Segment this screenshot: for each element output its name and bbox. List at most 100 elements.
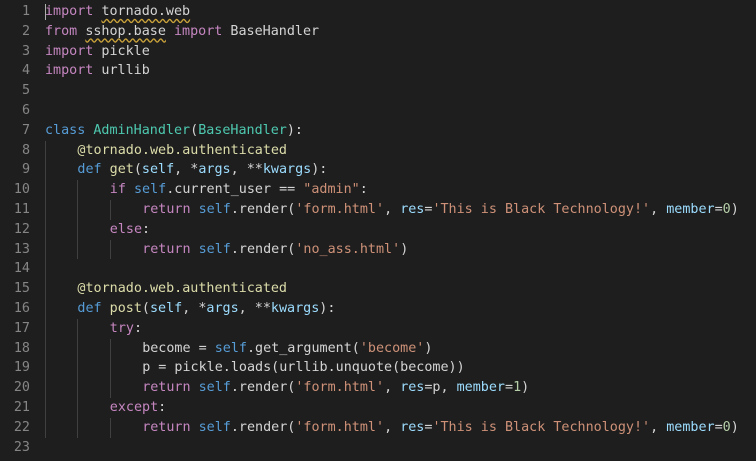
indent-guide <box>45 358 46 379</box>
code-line[interactable]: class AdminHandler(BaseHandler): <box>45 121 756 141</box>
code-token: get <box>109 162 134 178</box>
code-line[interactable]: return self.render('form.html', res=p, m… <box>45 378 756 398</box>
code-line[interactable] <box>45 101 756 121</box>
code-token: sshop.base <box>85 23 166 39</box>
code-line[interactable]: if self.current_user == "admin": <box>45 180 756 200</box>
code-token: : <box>158 399 167 415</box>
code-line[interactable]: from sshop.base import BaseHandler <box>45 22 756 42</box>
code-token: ): <box>319 300 336 316</box>
line-number: 4 <box>21 63 30 79</box>
code-line[interactable]: def post(self, *args, **kwargs): <box>45 298 756 319</box>
line-number: 9 <box>21 162 30 178</box>
code-token: self <box>133 182 167 198</box>
code-token: self <box>198 419 231 435</box>
line-number: 3 <box>21 43 30 59</box>
code-token: return <box>142 419 191 435</box>
code-token: ): <box>286 122 303 138</box>
code-token: , * <box>182 300 207 316</box>
code-line[interactable]: except: <box>45 397 756 418</box>
indent-guide <box>77 318 79 339</box>
code-token: tornado.web <box>101 4 191 19</box>
line-number: 6 <box>21 102 30 118</box>
code-line[interactable]: p = pickle.loads(urllib.unquote(become)) <box>45 358 756 379</box>
code-token: return <box>142 201 191 217</box>
code-line[interactable]: try: <box>45 318 756 339</box>
code-line[interactable]: return self.render('no_ass.html') <box>45 239 756 260</box>
code-token: .render( <box>230 419 296 435</box>
code-token: urllib <box>93 63 150 79</box>
code-line[interactable]: @tornado.web.authenticated <box>45 140 756 161</box>
code-editor[interactable]: 1 2 3 4 5 6 7 8 9 10 11 12 13 14 15 16 17 18 19 20 21 22 23 im… <box>0 0 756 461</box>
code-token: 'no_ass.html' <box>295 241 401 257</box>
code-line[interactable]: import pickle <box>45 42 756 62</box>
code-token: BaseHandler <box>198 122 287 138</box>
code-area[interactable]: import tornado.web from sshop.base import… <box>45 2 756 457</box>
code-token: def <box>77 162 102 178</box>
code-token: ) <box>400 241 409 257</box>
code-line[interactable] <box>45 259 756 280</box>
code-token: ) <box>730 201 739 217</box>
code-token: self <box>149 300 183 316</box>
code-line[interactable]: become = self.get_argument('become') <box>45 338 756 359</box>
code-token: res <box>400 380 425 396</box>
line-number: 7 <box>21 122 30 138</box>
indent-guide <box>77 219 79 240</box>
code-token: kwargs <box>270 300 320 316</box>
code-token: ) <box>730 419 739 435</box>
code-line[interactable]: def get(self, *args, **kwargs): <box>45 160 756 181</box>
indent-guide <box>109 199 111 220</box>
code-line[interactable]: return self.render('form.html', res = 'Thi… <box>45 199 756 220</box>
indent-guide <box>77 397 79 418</box>
indent-guide <box>45 160 46 181</box>
code-line[interactable]: import urllib <box>45 61 756 81</box>
code-token: , ** <box>238 300 271 316</box>
code-line[interactable]: import tornado.web <box>45 2 756 22</box>
line-number: 13 <box>13 241 30 257</box>
code-token: , * <box>174 162 199 178</box>
code-token: , ** <box>230 162 263 178</box>
line-number: 17 <box>13 320 30 336</box>
code-line[interactable] <box>45 81 756 101</box>
indent-guide <box>45 338 46 359</box>
code-token: 0 <box>722 201 731 217</box>
code-line[interactable]: return self.render('form.html', res = 'Thi… <box>45 417 756 438</box>
code-token: member <box>666 201 715 217</box>
code-token: 'This is Black Technology!' <box>432 419 651 435</box>
code-token: member <box>456 380 505 396</box>
indent-guide <box>109 417 111 438</box>
code-token: "admin" <box>303 182 360 198</box>
code-token: @tornado.web.authenticated <box>77 142 287 158</box>
line-number: 2 <box>21 23 30 39</box>
code-line[interactable]: @tornado.web.authenticated <box>45 279 756 299</box>
code-token: , <box>384 380 401 396</box>
indent-guide <box>45 259 46 280</box>
code-token: : <box>142 221 151 237</box>
indent-guide <box>77 180 79 200</box>
code-token: ) <box>521 380 530 396</box>
code-token: BaseHandler <box>222 23 320 39</box>
indent-guide <box>45 298 46 319</box>
line-number: 22 <box>13 419 30 435</box>
code-token: import <box>45 43 94 59</box>
line-number: 19 <box>13 360 30 376</box>
code-token: try <box>109 320 134 336</box>
code-token: self <box>198 241 231 257</box>
line-number: 10 <box>13 182 30 198</box>
code-token: .get_argument( <box>247 340 360 356</box>
code-token: args <box>206 300 239 316</box>
line-number: 8 <box>21 142 30 158</box>
code-line[interactable]: else: <box>45 219 756 240</box>
line-number: 20 <box>13 380 30 396</box>
code-line[interactable] <box>45 438 756 458</box>
code-token: .render( <box>230 201 296 217</box>
code-token: =p, <box>424 380 457 396</box>
indent-guide <box>109 378 111 398</box>
code-token: 1 <box>513 380 522 396</box>
